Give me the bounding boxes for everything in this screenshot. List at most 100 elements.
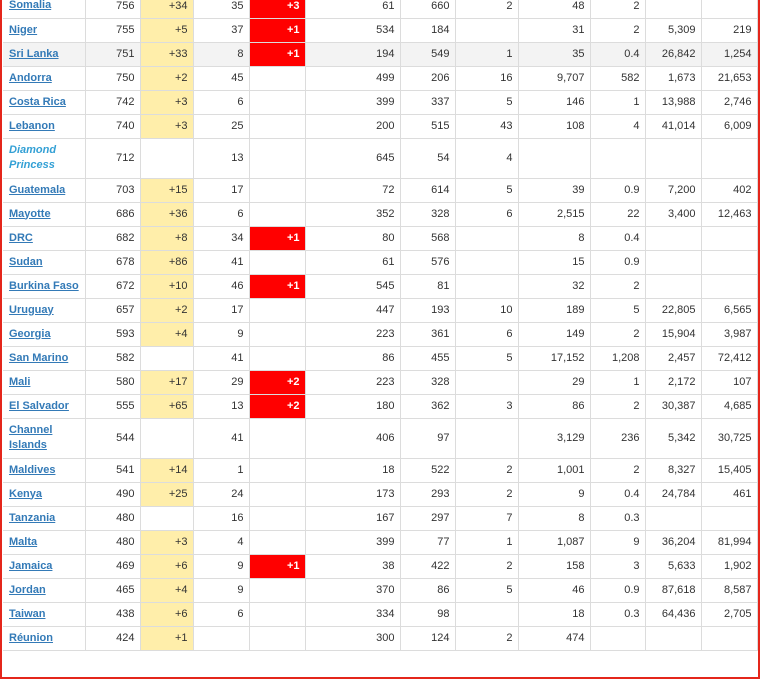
new-deaths-cell — [249, 114, 306, 139]
tests-per-million-cell — [701, 0, 758, 19]
table-row: Diamond Princess 712 13 645 54 4 — [3, 138, 758, 179]
total-cases-cell: 438 — [85, 602, 141, 627]
tests-per-million-cell: 219 — [701, 18, 758, 43]
cases-per-million-cell: 146 — [518, 90, 591, 115]
country-link[interactable]: Sri Lanka — [9, 48, 59, 60]
active-cases-cell: 77 — [400, 530, 456, 555]
country-link[interactable]: Uruguay — [9, 304, 54, 316]
country-link[interactable]: Taiwan — [9, 608, 45, 620]
total-deaths-cell: 29 — [193, 370, 250, 395]
tests-per-million-cell: 461 — [701, 482, 758, 507]
new-cases-cell: +6 — [140, 602, 194, 627]
deaths-per-million-cell: 2 — [590, 458, 646, 483]
country-cell: Burkina Faso — [3, 274, 86, 299]
active-cases-cell: 206 — [400, 66, 456, 91]
tests-per-million-cell: 2,746 — [701, 90, 758, 115]
country-label: Diamond Princess — [9, 144, 57, 171]
country-link[interactable]: Mali — [9, 376, 30, 388]
country-link[interactable]: Sudan — [9, 256, 43, 268]
country-link[interactable]: Guatemala — [9, 184, 65, 196]
total-deaths-cell: 25 — [193, 114, 250, 139]
country-link[interactable]: Jordan — [9, 584, 46, 596]
table-row: Réunion 424 +1 300 124 2 474 — [3, 626, 758, 651]
total-cases-cell: 756 — [85, 0, 141, 19]
new-cases-cell: +3 — [140, 90, 194, 115]
new-cases-cell: +36 — [140, 202, 194, 227]
tests-per-million-cell: 2,705 — [701, 602, 758, 627]
table-row: Sudan 678 +86 41 61 576 15 0.9 — [3, 250, 758, 275]
country-link[interactable]: Malta — [9, 536, 37, 548]
serious-critical-cell: 6 — [455, 202, 519, 227]
country-cell: Tanzania — [3, 506, 86, 531]
serious-critical-cell: 16 — [455, 66, 519, 91]
total-recovered-cell: 200 — [305, 114, 401, 139]
country-link[interactable]: El Salvador — [9, 400, 69, 412]
tests-per-million-cell: 30,725 — [701, 418, 758, 459]
new-cases-cell: +15 — [140, 178, 194, 203]
total-tests-cell: 5,342 — [645, 418, 702, 459]
country-link[interactable]: Tanzania — [9, 512, 55, 524]
country-link[interactable]: Andorra — [9, 72, 52, 84]
new-cases-cell: +5 — [140, 18, 194, 43]
cases-per-million-cell: 8 — [518, 226, 591, 251]
total-recovered-cell: 406 — [305, 418, 401, 459]
country-link[interactable]: Réunion — [9, 632, 53, 644]
deaths-per-million-cell: 2 — [590, 0, 646, 19]
total-tests-cell: 36,204 — [645, 530, 702, 555]
total-recovered-cell: 545 — [305, 274, 401, 299]
country-cell: Maldives — [3, 458, 86, 483]
deaths-per-million-cell: 0.4 — [590, 42, 646, 67]
country-link[interactable]: Mayotte — [9, 208, 51, 220]
country-link[interactable]: Niger — [9, 24, 37, 36]
total-tests-cell: 1,673 — [645, 66, 702, 91]
total-recovered-cell: 352 — [305, 202, 401, 227]
total-deaths-cell: 34 — [193, 226, 250, 251]
new-deaths-cell — [249, 506, 306, 531]
country-link[interactable]: DRC — [9, 232, 33, 244]
table-row: DRC 682 +8 34 +1 80 568 8 0.4 — [3, 226, 758, 251]
serious-critical-cell: 10 — [455, 298, 519, 323]
cases-per-million-cell: 31 — [518, 18, 591, 43]
total-recovered-cell: 223 — [305, 322, 401, 347]
tests-per-million-cell: 107 — [701, 370, 758, 395]
total-recovered-cell: 61 — [305, 250, 401, 275]
country-link[interactable]: Kenya — [9, 488, 42, 500]
deaths-per-million-cell: 2 — [590, 274, 646, 299]
table-row: Georgia 593 +4 9 223 361 6 149 2 15,904 3,987 — [3, 322, 758, 347]
total-tests-cell — [645, 138, 702, 179]
serious-critical-cell: 6 — [455, 322, 519, 347]
active-cases-cell: 297 — [400, 506, 456, 531]
new-deaths-cell — [249, 90, 306, 115]
country-link[interactable]: San Marino — [9, 352, 68, 364]
cases-per-million-cell: 108 — [518, 114, 591, 139]
country-cell: Somalia — [3, 0, 86, 19]
country-link[interactable]: Georgia — [9, 328, 51, 340]
cases-per-million-cell: 1,001 — [518, 458, 591, 483]
new-deaths-cell — [249, 530, 306, 555]
total-cases-cell: 682 — [85, 226, 141, 251]
serious-critical-cell: 43 — [455, 114, 519, 139]
table-row: Somalia 756 +34 35 +3 61 660 2 48 2 — [3, 0, 758, 19]
total-tests-cell: 5,633 — [645, 554, 702, 579]
country-link[interactable]: Maldives — [9, 464, 55, 476]
serious-critical-cell — [455, 602, 519, 627]
country-link[interactable]: Somalia — [9, 0, 51, 11]
tests-per-million-cell: 72,412 — [701, 346, 758, 371]
active-cases-cell: 522 — [400, 458, 456, 483]
total-deaths-cell: 37 — [193, 18, 250, 43]
country-link[interactable]: Burkina Faso — [9, 280, 79, 292]
country-link[interactable]: Channel Islands — [9, 424, 52, 451]
table-row: Jamaica 469 +6 9 +1 38 422 2 158 3 5,633 1,902 — [3, 554, 758, 579]
deaths-per-million-cell: 22 — [590, 202, 646, 227]
tests-per-million-cell — [701, 226, 758, 251]
new-deaths-cell — [249, 346, 306, 371]
total-deaths-cell: 13 — [193, 394, 250, 419]
table-row: Taiwan 438 +6 6 334 98 18 0.3 64,436 2,705 — [3, 602, 758, 627]
total-deaths-cell: 6 — [193, 602, 250, 627]
tests-per-million-cell: 21,653 — [701, 66, 758, 91]
country-link[interactable]: Jamaica — [9, 560, 52, 572]
total-recovered-cell: 399 — [305, 530, 401, 555]
country-link[interactable]: Costa Rica — [9, 96, 66, 108]
total-tests-cell: 30,387 — [645, 394, 702, 419]
country-link[interactable]: Lebanon — [9, 120, 55, 132]
